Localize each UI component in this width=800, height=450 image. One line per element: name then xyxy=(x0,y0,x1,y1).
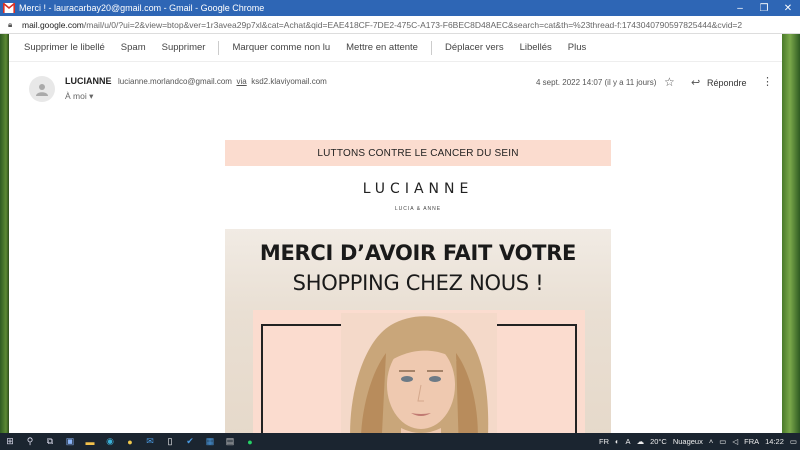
language-indicator[interactable]: FRA xyxy=(744,437,759,446)
close-button[interactable]: ✕ xyxy=(776,3,800,14)
window-titlebar: Merci ! - lauracarbay20@gmail.com - Gmai… xyxy=(0,0,800,16)
whatsapp-icon[interactable]: ● xyxy=(240,433,260,450)
gmail-content: Supprimer le libellé Spam Supprimer Marq… xyxy=(9,34,782,433)
avatar[interactable] xyxy=(29,76,55,102)
labels-button[interactable]: Libellés xyxy=(512,42,560,53)
url-path: /mail/u/0/?ui=2&view=btop&ver=1r3avea29p… xyxy=(83,19,743,30)
file-explorer-icon[interactable]: ▬ xyxy=(80,433,100,450)
gmail-icon xyxy=(2,2,16,13)
url-text[interactable]: mail.google.com/mail/u/0/?ui=2&view=btop… xyxy=(22,20,742,30)
message-toolbar: Supprimer le libellé Spam Supprimer Marq… xyxy=(9,34,782,62)
mail-icon[interactable]: ✉ xyxy=(140,433,160,450)
reply-button[interactable]: Répondre xyxy=(707,78,747,88)
volume-icon[interactable]: ◁ xyxy=(732,437,738,446)
person-icon xyxy=(36,84,48,96)
mark-unread-button[interactable]: Marquer comme non lu xyxy=(224,42,338,53)
promo-banner[interactable]: LUTTONS CONTRE LE CANCER DU SEIN xyxy=(225,140,611,166)
star-icon[interactable]: ☆ xyxy=(664,75,675,89)
accessibility-icon[interactable]: A xyxy=(626,437,631,446)
document-icon[interactable]: ▯ xyxy=(160,433,180,450)
app-icon[interactable]: ▣ xyxy=(60,433,80,450)
toolbar-divider xyxy=(218,40,220,55)
via-link[interactable]: via xyxy=(236,77,246,86)
more-vert-icon[interactable]: ⋮ xyxy=(762,75,773,88)
window-title: Merci ! - lauracarbay20@gmail.com - Gmai… xyxy=(19,3,265,13)
taskbar: ⊞ ⚲ ⧉ ▣ ▬ ◉ ● ✉ ▯ ✔ ▦ ▤ ● FR ◐ A ☁ 20°C … xyxy=(0,433,800,450)
brand-logo[interactable]: LUCIANNE xyxy=(225,181,611,197)
input-language[interactable]: FR xyxy=(599,437,609,446)
recipient-dropdown[interactable]: À moi ▾ xyxy=(65,91,93,102)
clock[interactable]: 14:22 xyxy=(765,437,784,446)
hero-headline: MERCI D’AVOIR FAIT VOTRE xyxy=(259,241,577,265)
spam-button[interactable]: Spam xyxy=(113,42,154,53)
more-button[interactable]: Plus xyxy=(560,42,594,53)
hero-subheadline: SHOPPING CHEZ NOUS ! xyxy=(292,271,544,295)
restore-button[interactable]: ❐ xyxy=(752,3,776,14)
toolbar-divider xyxy=(430,40,432,55)
move-to-button[interactable]: Déplacer vers xyxy=(437,42,512,53)
task-view-icon[interactable]: ⧉ xyxy=(40,433,60,450)
remove-label-button[interactable]: Supprimer le libellé xyxy=(9,42,113,53)
message-date: 4 sept. 2022 14:07 (il y a 11 jours) xyxy=(536,78,657,87)
notification-icon[interactable]: ▭ xyxy=(790,437,797,446)
search-icon[interactable]: ⚲ xyxy=(20,433,40,450)
brand-logo-subtitle: LUCIA & ANNE xyxy=(394,206,442,212)
todo-icon[interactable]: ✔ xyxy=(180,433,200,450)
sender-line: LUCIANNE lucianne.morlandco@gmail.com vi… xyxy=(65,76,327,86)
minimize-button[interactable]: – xyxy=(728,3,752,14)
message-header: LUCIANNE lucianne.morlandco@gmail.com vi… xyxy=(9,64,782,114)
url-host: mail.google.com xyxy=(22,19,84,30)
delete-button[interactable]: Supprimer xyxy=(154,42,214,53)
chevron-up-icon[interactable]: ˄ xyxy=(709,437,713,446)
edge-icon[interactable]: ◉ xyxy=(100,433,120,450)
calendar-icon[interactable]: ▦ xyxy=(200,433,220,450)
sender-email: lucianne.morlandco@gmail.com xyxy=(118,77,232,86)
user-icon[interactable]: ◐ xyxy=(615,437,620,446)
weather-icon[interactable]: ☁ xyxy=(637,437,645,446)
weather-temp[interactable]: 20°C xyxy=(650,437,667,446)
reply-icon[interactable]: ↩ xyxy=(691,76,700,89)
address-bar[interactable]: 🔒︎ mail.google.com/mail/u/0/?ui=2&view=b… xyxy=(0,16,800,34)
snooze-button[interactable]: Mettre en attente xyxy=(338,42,426,53)
chevron-down-icon: ▾ xyxy=(89,91,94,101)
recipient-label: À moi xyxy=(65,91,87,101)
hero-image[interactable]: MERCI D’AVOIR FAIT VOTRE SHOPPING CHEZ N… xyxy=(225,229,611,433)
via-address: ksd2.klaviyomail.com xyxy=(251,77,327,86)
windows-start-icon[interactable]: ⊞ xyxy=(0,433,20,450)
system-tray: FR ◐ A ☁ 20°C Nuageux ˄ ▭ ◁ FRA 14:22 ▭ xyxy=(596,433,800,450)
model-photo xyxy=(341,313,497,433)
photos-icon[interactable]: ▤ xyxy=(220,433,240,450)
chrome-icon[interactable]: ● xyxy=(120,433,140,450)
weather-desc[interactable]: Nuageux xyxy=(673,437,703,446)
network-icon[interactable]: ▭ xyxy=(719,437,726,446)
lock-icon[interactable]: 🔒︎ xyxy=(8,20,18,30)
sender-name[interactable]: LUCIANNE xyxy=(65,76,112,86)
